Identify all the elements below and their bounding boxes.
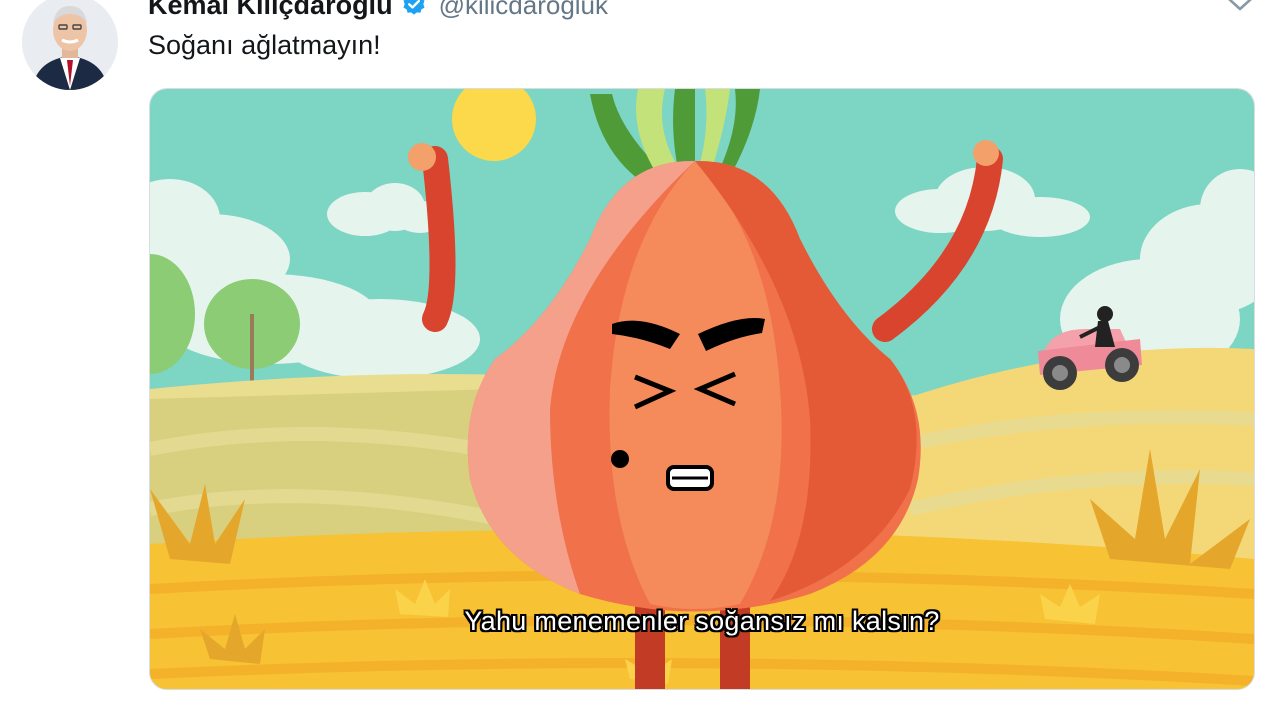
chevron-down-icon (1228, 0, 1252, 11)
author-handle[interactable]: @kilicdarogluk (439, 0, 608, 21)
tweet-video[interactable]: Yahu menemenler soğansız mı kalsın? (149, 88, 1255, 690)
tweet-text: Soğanı ağlatmayın! (148, 30, 381, 60)
tweet-menu-button[interactable] (1220, 0, 1260, 20)
author-name[interactable]: Kemal Kılıçdaroğlu (148, 0, 393, 21)
video-subtitle: Yahu menemenler soğansız mı kalsın? (464, 606, 940, 636)
video-frame-illustration (150, 89, 1254, 689)
author-avatar[interactable] (22, 0, 118, 90)
tweet-header: Kemal Kılıçdaroğlu @kilicdarogluk (148, 0, 608, 22)
person-portrait-icon (22, 0, 118, 90)
verified-badge-icon (401, 0, 427, 18)
